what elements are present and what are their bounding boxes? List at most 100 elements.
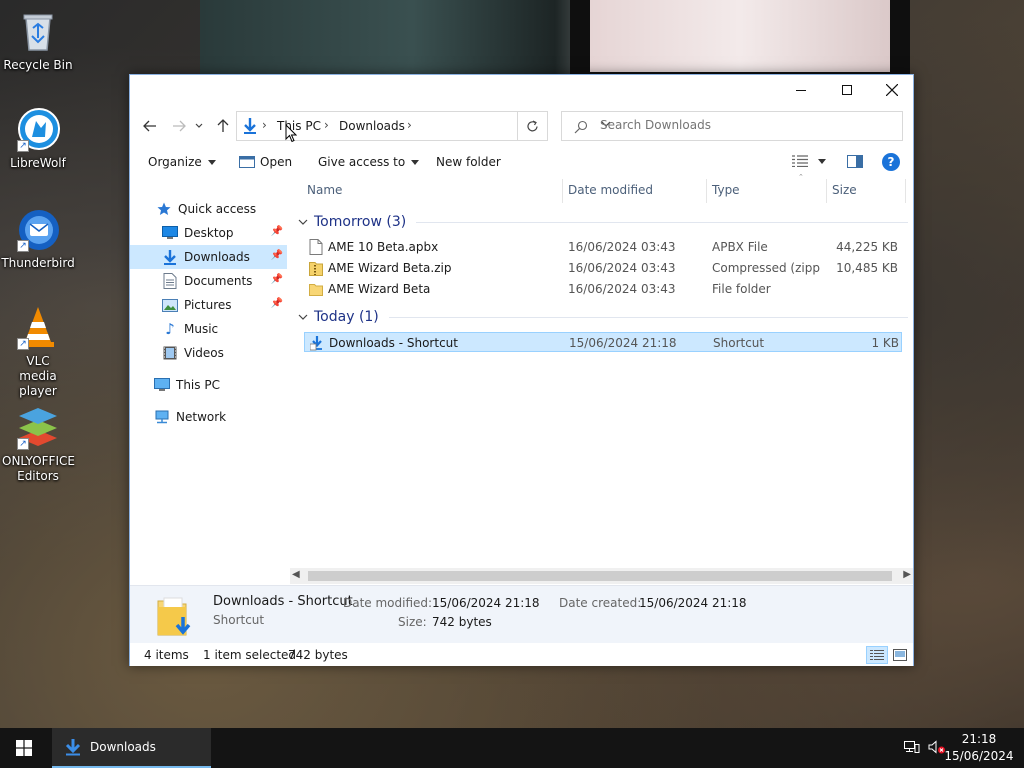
nav-item-this-pc[interactable]: This PC [130, 373, 287, 397]
column-divider[interactable] [706, 179, 707, 203]
details-file-name: Downloads - Shortcut [213, 594, 353, 609]
up-button[interactable] [212, 114, 234, 138]
nav-label: Quick access [178, 202, 257, 216]
details-size-label: Size: [398, 615, 427, 629]
breadcrumb-this-pc[interactable]: This PC [277, 119, 321, 133]
nav-item-network[interactable]: Network [130, 405, 287, 429]
file-date: 16/06/2024 03:43 [568, 261, 676, 275]
scroll-left-icon[interactable]: ◀ [292, 569, 300, 580]
taskbar-item-label: Downloads [90, 740, 156, 754]
group-header-today[interactable]: Today (1) [298, 306, 908, 328]
open-button[interactable]: Open [239, 155, 292, 169]
change-view-button[interactable] [792, 155, 826, 167]
file-row[interactable]: AME Wizard Beta 16/06/2024 03:43 File fo… [304, 279, 902, 299]
group-title: Today (1) [314, 309, 379, 325]
column-divider[interactable] [562, 179, 563, 203]
title-bar[interactable] [130, 75, 913, 105]
thunderbird-icon: ↗ [15, 206, 61, 252]
nav-item-desktop[interactable]: Desktop 📌 [130, 221, 287, 245]
details-file-type: Shortcut [213, 613, 265, 627]
desktop-icon-recycle-bin[interactable]: Recycle Bin [0, 8, 76, 73]
open-label: Open [260, 155, 293, 169]
downloads-arrow-icon [65, 739, 81, 756]
scroll-right-icon[interactable]: ▶ [903, 569, 911, 580]
network-status-icon[interactable] [904, 740, 920, 756]
file-row[interactable]: AME Wizard Beta.zip 16/06/2024 03:43 Com… [304, 258, 902, 278]
group-header-tomorrow[interactable]: Tomorrow (3) [298, 211, 908, 233]
nav-item-pictures[interactable]: Pictures 📌 [130, 293, 287, 317]
preview-pane-icon [847, 155, 863, 168]
details-view-icon [870, 650, 884, 660]
help-icon[interactable]: ? [882, 153, 900, 171]
nav-item-documents[interactable]: Documents 📌 [130, 269, 287, 293]
system-clock[interactable]: 21:18 15/06/2024 [944, 731, 1014, 765]
desktop-icon-label: Thunderbird [1, 256, 75, 270]
maximize-button[interactable] [824, 75, 870, 105]
minimize-button[interactable] [778, 75, 824, 105]
shortcut-arrow-icon: ↗ [17, 338, 29, 350]
nav-label: Videos [184, 346, 224, 360]
forward-button[interactable] [168, 114, 190, 138]
breadcrumb-downloads[interactable]: Downloads [339, 119, 405, 133]
details-size: 742 bytes [432, 615, 492, 629]
nav-item-quick-access[interactable]: Quick access [130, 197, 287, 221]
nav-item-downloads[interactable]: Downloads 📌 [130, 245, 287, 269]
new-folder-button[interactable]: New folder [436, 155, 501, 169]
group-divider [416, 221, 908, 223]
recycle-bin-icon [15, 8, 61, 54]
search-box[interactable] [561, 111, 903, 141]
nav-label: This PC [176, 378, 220, 392]
scrollbar-thumb[interactable] [308, 571, 892, 581]
refresh-button[interactable] [518, 111, 548, 141]
shortcut-arrow-icon: ↗ [17, 140, 29, 152]
file-type: File folder [712, 282, 771, 296]
volume-muted-icon[interactable] [928, 740, 945, 756]
desktop-icon-vlc[interactable]: ↗ VLC media player [0, 304, 76, 399]
give-access-button[interactable]: Give access to [318, 155, 420, 169]
organize-button[interactable]: Organize [148, 155, 216, 169]
nav-item-videos[interactable]: Videos [130, 341, 287, 365]
column-headers: ⌃ Name Date modified Type Size [300, 173, 907, 203]
pin-icon: 📌 [270, 226, 283, 237]
column-date-modified[interactable]: Date modified [568, 183, 653, 197]
forward-arrow-icon [173, 120, 186, 132]
back-button[interactable] [139, 114, 161, 138]
group-title: Tomorrow (3) [314, 214, 407, 230]
file-size: 1 KB [871, 336, 899, 350]
librewolf-icon: ↗ [15, 106, 61, 152]
taskbar-item-downloads[interactable]: Downloads [52, 728, 211, 768]
breadcrumb-separator: › [324, 118, 329, 132]
search-input[interactable] [600, 118, 890, 132]
status-selection-size: 742 bytes [288, 648, 348, 662]
caret-down-icon [818, 158, 826, 164]
desktop-icon-librewolf[interactable]: ↗ LibreWolf [0, 106, 76, 171]
back-arrow-icon [143, 120, 156, 132]
file-row-selected[interactable]: Downloads - Shortcut 15/06/2024 21:18 Sh… [304, 332, 902, 352]
close-button[interactable] [869, 75, 915, 105]
horizontal-scrollbar[interactable]: ◀ ▶ [290, 568, 913, 584]
chevron-down-icon [298, 219, 308, 225]
column-divider[interactable] [905, 179, 906, 203]
column-type[interactable]: Type [712, 183, 740, 197]
group-divider [388, 316, 908, 318]
details-view-button[interactable] [866, 646, 888, 664]
start-button[interactable] [0, 728, 48, 768]
desktop-icon-thunderbird[interactable]: ↗ Thunderbird [0, 206, 76, 271]
preview-pane-button[interactable] [847, 155, 863, 168]
chevron-down-icon [195, 123, 203, 128]
desktop-icon-onlyoffice[interactable]: ↗ ONLYOFFICE Editors [0, 404, 76, 484]
onlyoffice-icon: ↗ [15, 404, 61, 450]
open-window-icon [239, 156, 255, 168]
videos-icon [162, 345, 178, 361]
pin-icon: 📌 [270, 250, 283, 261]
address-bar[interactable]: › This PC › Downloads › [236, 111, 611, 141]
recent-locations-button[interactable] [192, 114, 206, 138]
pin-icon: 📌 [270, 298, 283, 309]
nav-item-music[interactable]: ♪ Music [130, 317, 287, 341]
large-icons-view-button[interactable] [889, 646, 911, 664]
file-row[interactable]: AME 10 Beta.apbx 16/06/2024 03:43 APBX F… [304, 237, 902, 257]
column-size[interactable]: Size [832, 183, 857, 197]
close-icon [886, 84, 898, 96]
column-name[interactable]: Name [307, 183, 342, 197]
column-divider[interactable] [826, 179, 827, 203]
